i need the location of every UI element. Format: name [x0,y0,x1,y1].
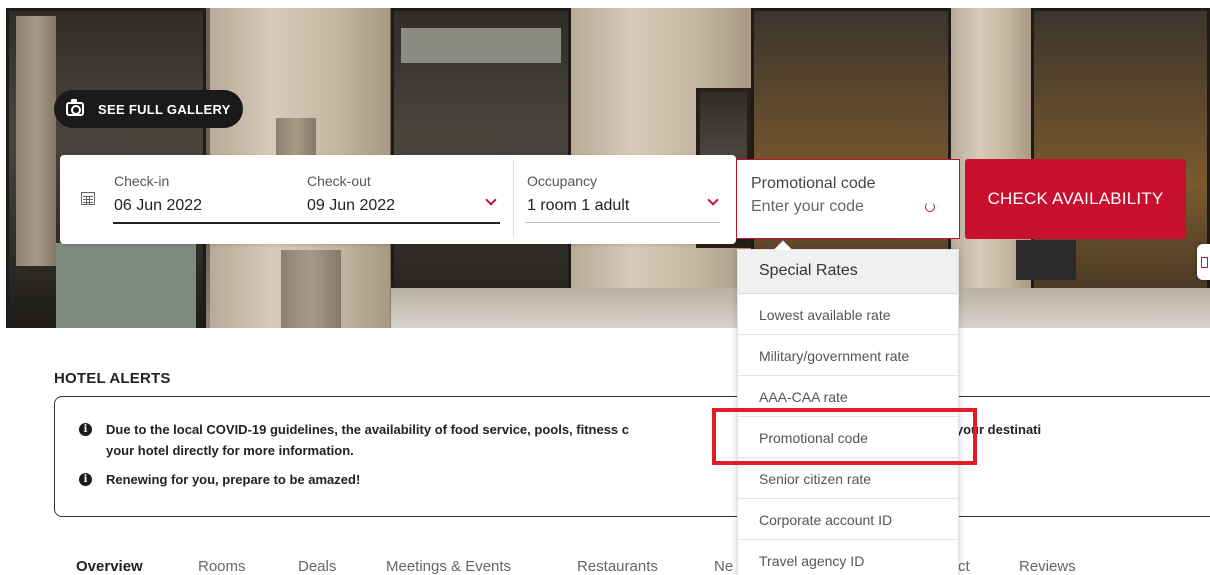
tab-deals[interactable]: Deals [298,558,336,575]
refresh-icon[interactable] [925,202,935,212]
checkout-label: Check-out [307,173,371,189]
occupancy-chevron-down-icon[interactable] [707,194,719,206]
highlight-box [712,408,977,465]
calendar-icon [81,192,95,205]
check-availability-button[interactable]: CHECK AVAILABILITY [965,159,1186,239]
special-rates-heading: Special Rates [738,250,958,294]
alert-renewing: i Renewing for you, prepare to be amazed… [79,469,360,490]
hotel-alerts-heading: HOTEL ALERTS [54,370,171,387]
tab-overview[interactable]: Overview [76,558,143,575]
rate-corporate-account-id[interactable]: Corporate account ID [738,499,958,540]
alerts-box: i Due to the local COVID-19 guidelines, … [54,396,1210,517]
checkin-label: Check-in [114,173,170,189]
hotel-nav-tabs: Overview Rooms Deals Meetings & Events R… [0,558,1210,575]
info-icon: i [79,423,92,436]
tab-restaurants[interactable]: Restaurants [577,558,658,575]
dates-underline [113,222,500,224]
occupancy-label: Occupancy [527,173,598,189]
see-full-gallery-button[interactable]: SEE FULL GALLERY [54,90,243,128]
promo-label: Promotional code [751,175,876,192]
rate-military-government[interactable]: Military/government rate [738,335,958,376]
occupancy-underline [526,222,720,223]
checkin-field[interactable]: 06 Jun 2022 [114,197,202,215]
rate-lowest-available[interactable]: Lowest available rate [738,294,958,335]
tab-rooms[interactable]: Rooms [198,558,246,575]
alert-renewing-text: Renewing for you, prepare to be amazed! [106,472,361,487]
alert-covid: i Due to the local COVID-19 guidelines, … [79,419,1210,461]
promo-input[interactable]: Enter your code [751,198,864,216]
tab-meetings-events[interactable]: Meetings & Events [386,558,511,575]
tab-reviews[interactable]: Reviews [1019,558,1076,575]
booking-bar: Check-in 06 Jun 2022 Check-out 09 Jun 20… [60,155,736,244]
tab-partial-left[interactable]: Ne [714,558,733,575]
checkout-field[interactable]: 09 Jun 2022 [307,197,395,215]
gallery-label: SEE FULL GALLERY [98,101,231,117]
tab-partial-right[interactable]: ct [958,558,970,575]
dates-chevron-down-icon[interactable] [485,194,497,206]
alert-covid-text-a: Due to the local COVID-19 guidelines, th… [106,422,630,437]
divider [513,161,514,237]
promo-code-field[interactable]: Promotional code Enter your code [736,159,960,239]
rate-travel-agency-id[interactable]: Travel agency ID [738,540,958,575]
info-icon: i [79,473,92,486]
occupancy-field[interactable]: 1 room 1 adult [527,197,629,215]
camera-icon [66,99,84,116]
side-tab[interactable] [1197,244,1210,280]
